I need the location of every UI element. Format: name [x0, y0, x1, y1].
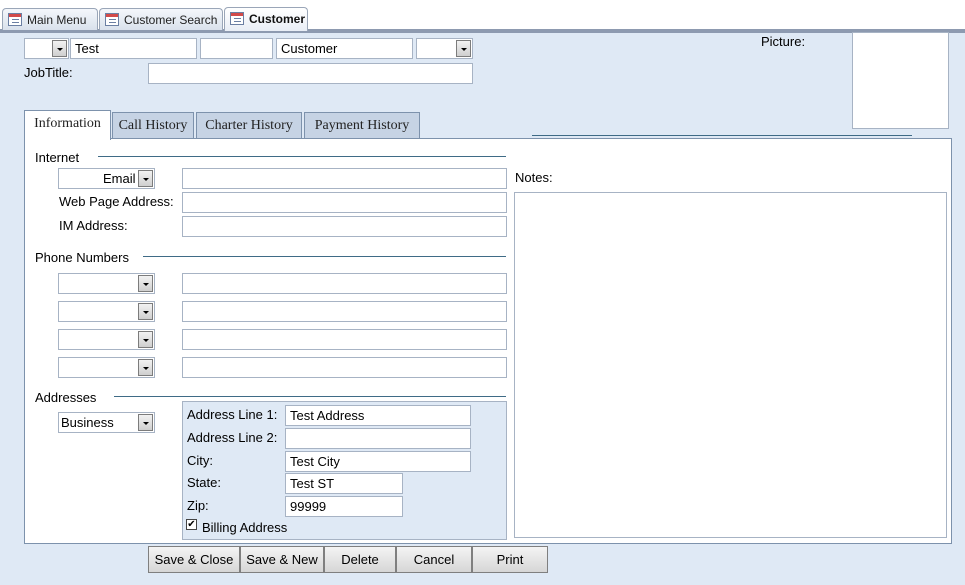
phone-type-combo[interactable] [58, 273, 155, 294]
addresses-section-label: Addresses [35, 390, 97, 405]
phone-section-label: Phone Numbers [35, 250, 129, 265]
tab-payment-history[interactable]: Payment History [304, 112, 420, 139]
billing-address-checkbox[interactable]: ✔ [186, 519, 197, 530]
internet-section-label: Internet [35, 150, 80, 165]
city-field[interactable]: Test City [285, 451, 471, 472]
address-line1-label: Address Line 1: [187, 407, 278, 422]
chevron-down-icon[interactable] [138, 414, 153, 431]
address-line1-field[interactable]: Test Address [285, 405, 471, 426]
middle-name-field[interactable] [200, 38, 273, 59]
phone-number-field[interactable] [182, 329, 507, 350]
im-address-field[interactable] [182, 216, 507, 237]
address-type-value: Business [61, 415, 114, 430]
phone-number-field[interactable] [182, 273, 507, 294]
doc-tab-label: Main Menu [27, 13, 87, 27]
chevron-down-icon[interactable] [138, 359, 153, 376]
suffix-combo[interactable] [416, 38, 473, 59]
print-button[interactable]: Print [472, 546, 548, 573]
address-line2-field[interactable] [285, 428, 471, 449]
section-divider [114, 396, 506, 397]
picture-frame[interactable] [852, 32, 949, 129]
jobtitle-field[interactable] [148, 63, 473, 84]
web-page-label: Web Page Address: [59, 194, 174, 209]
delete-button[interactable]: Delete [324, 546, 396, 573]
web-page-field[interactable] [182, 192, 507, 213]
billing-address-label: Billing Address [202, 520, 288, 535]
doc-tab-customer-search[interactable]: Customer Search [99, 8, 223, 30]
city-label: City: [187, 453, 213, 468]
chevron-down-icon[interactable] [456, 40, 471, 57]
phone-type-combo[interactable] [58, 329, 155, 350]
chevron-down-icon[interactable] [138, 303, 153, 320]
doc-tab-label: Customer [249, 12, 306, 26]
zip-field[interactable]: 99999 [285, 496, 403, 517]
doc-tab-label: Customer Search [124, 13, 218, 27]
zip-label: Zip: [187, 498, 209, 513]
email-type-combo[interactable]: Email [58, 168, 155, 189]
tab-charter-history[interactable]: Charter History [196, 112, 302, 139]
address-type-combo[interactable]: Business [58, 412, 155, 433]
section-divider [98, 156, 506, 157]
tab-information[interactable]: Information [24, 110, 111, 140]
tab-call-history[interactable]: Call History [112, 112, 194, 139]
save-close-button[interactable]: Save & Close [148, 546, 240, 573]
last-name-field[interactable]: Customer [276, 38, 413, 59]
address-line2-label: Address Line 2: [187, 430, 278, 445]
doc-tab-main-menu[interactable]: Main Menu [2, 8, 98, 30]
save-new-button[interactable]: Save & New [240, 546, 324, 573]
jobtitle-label: JobTitle: [24, 65, 73, 80]
tab-row-rule [532, 135, 912, 136]
email-field[interactable] [182, 168, 507, 189]
cancel-button[interactable]: Cancel [396, 546, 472, 573]
first-name-field[interactable]: Test [70, 38, 197, 59]
doc-tab-customer[interactable]: Customer [224, 7, 308, 31]
chevron-down-icon[interactable] [52, 40, 67, 57]
phone-number-field[interactable] [182, 357, 507, 378]
notes-label: Notes: [515, 170, 553, 185]
chevron-down-icon[interactable] [138, 331, 153, 348]
picture-label: Picture: [761, 34, 806, 49]
title-combo[interactable] [24, 38, 69, 59]
form-icon [105, 13, 119, 26]
phone-type-combo[interactable] [58, 301, 155, 322]
phone-number-field[interactable] [182, 301, 507, 322]
email-type-value: Email [103, 171, 136, 186]
chevron-down-icon[interactable] [138, 275, 153, 292]
section-divider [143, 256, 506, 257]
notes-field[interactable] [514, 192, 947, 538]
form-icon [8, 13, 22, 26]
form-icon [230, 12, 244, 25]
im-address-label: IM Address: [59, 218, 128, 233]
chevron-down-icon[interactable] [138, 170, 153, 187]
phone-type-combo[interactable] [58, 357, 155, 378]
state-field[interactable]: Test ST [285, 473, 403, 494]
state-label: State: [187, 475, 221, 490]
